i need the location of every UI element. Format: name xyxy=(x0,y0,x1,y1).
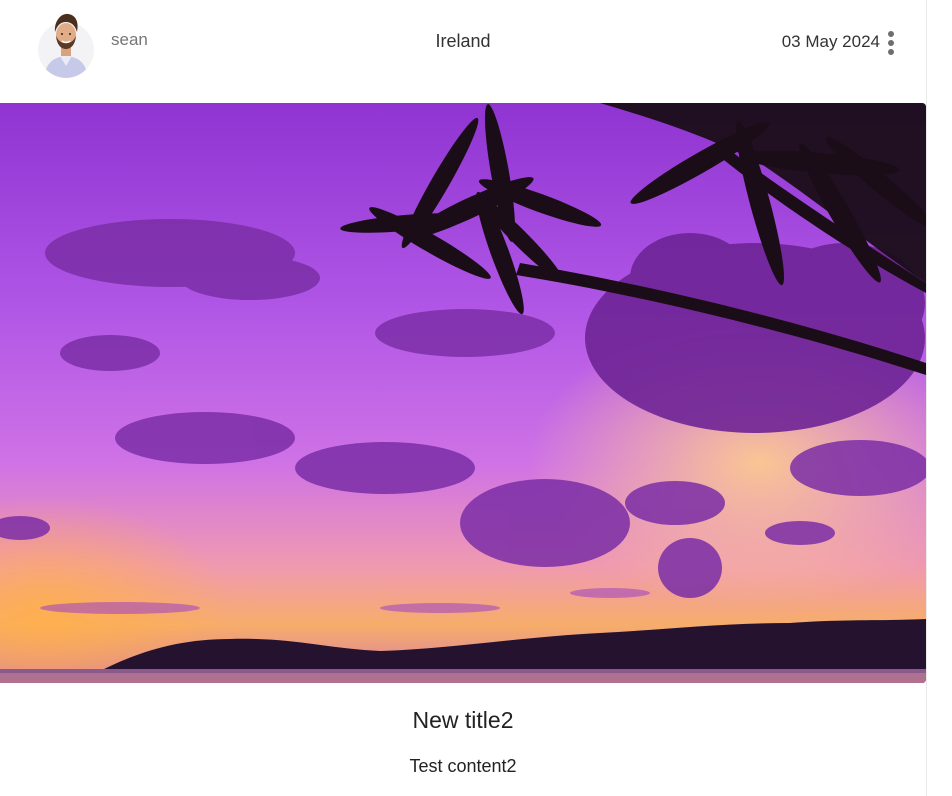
menu-dot xyxy=(888,49,894,55)
scrollbar-track[interactable] xyxy=(926,0,952,796)
post-date: 03 May 2024 xyxy=(781,32,880,51)
palm-sunset-photo xyxy=(0,103,926,683)
post-image[interactable] xyxy=(0,103,926,683)
post-page: sean Ireland 03 May 2024 New title2 Test… xyxy=(0,0,952,796)
post-header: sean Ireland 03 May 2024 xyxy=(0,0,926,103)
post-card: sean Ireland 03 May 2024 New title2 Test… xyxy=(0,0,926,796)
post-title: New title2 xyxy=(412,707,514,733)
more-vertical-icon[interactable] xyxy=(884,29,898,59)
menu-dot xyxy=(888,31,894,37)
post-content: Test content2 xyxy=(409,756,517,776)
menu-dot xyxy=(888,40,894,46)
